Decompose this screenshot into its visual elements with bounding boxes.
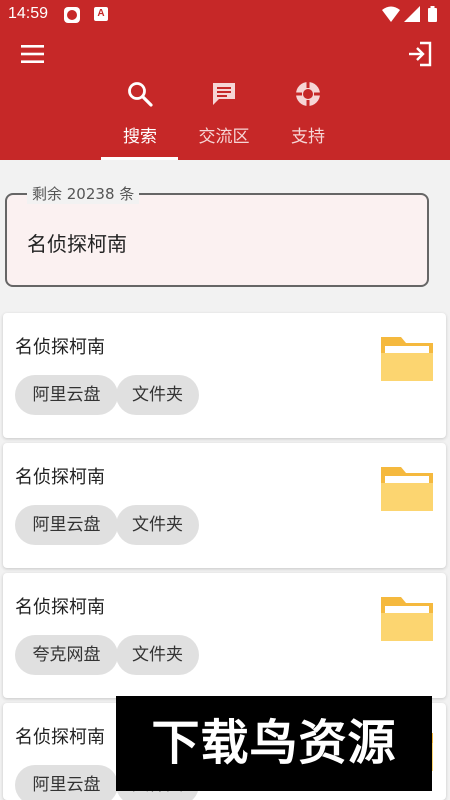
watermark-banner: 下载鸟资源	[116, 696, 432, 791]
result-title: 名侦探柯南	[15, 727, 105, 748]
search-icon	[128, 82, 153, 107]
active-tab-indicator	[101, 157, 178, 160]
tag-chip: 文件夹	[116, 635, 199, 675]
result-title: 名侦探柯南	[15, 597, 105, 618]
tag-chip: 文件夹	[116, 375, 199, 415]
result-card[interactable]: 名侦探柯南 阿里云盘 文件夹	[3, 443, 446, 568]
tag-chip: 夸克网盘	[15, 635, 118, 675]
result-title: 名侦探柯南	[15, 467, 105, 488]
logout-icon[interactable]	[406, 40, 434, 68]
result-title: 名侦探柯南	[15, 337, 105, 358]
tab-label: 支持	[291, 127, 325, 147]
signal-icon	[404, 6, 420, 22]
chat-icon	[213, 83, 235, 105]
tag-chip: 阿里云盘	[15, 375, 118, 415]
search-field[interactable]: 剩余 20238 条 名侦探柯南	[5, 183, 429, 287]
remaining-count-label: 剩余 20238 条	[27, 183, 140, 204]
tab-search[interactable]: 搜索	[100, 70, 180, 160]
result-card[interactable]: 名侦探柯南 夸克网盘 文件夹	[3, 573, 446, 698]
tab-support[interactable]: 支持	[268, 70, 348, 160]
tab-label: 搜索	[123, 127, 157, 147]
search-input-value[interactable]: 名侦探柯南	[27, 228, 127, 257]
app-bar: 搜索 交流区 支持	[0, 30, 450, 160]
record-icon	[64, 7, 80, 23]
status-bar: 14:59 A	[0, 0, 450, 30]
a-icon: A	[94, 7, 108, 21]
result-card[interactable]: 名侦探柯南 阿里云盘 文件夹	[3, 313, 446, 438]
folder-icon	[381, 337, 433, 381]
menu-icon[interactable]	[20, 42, 46, 66]
battery-icon	[428, 8, 437, 22]
lifebuoy-icon	[296, 82, 320, 106]
tag-chip: 阿里云盘	[15, 765, 118, 800]
folder-icon	[381, 597, 433, 641]
tab-label: 交流区	[198, 127, 250, 147]
tab-chat[interactable]: 交流区	[184, 70, 264, 160]
status-time: 14:59	[8, 5, 49, 22]
tag-chip: 阿里云盘	[15, 505, 118, 545]
system-status-icons	[382, 6, 437, 22]
wifi-icon	[382, 6, 400, 22]
folder-icon	[381, 467, 433, 511]
tag-chip: 文件夹	[116, 505, 199, 545]
